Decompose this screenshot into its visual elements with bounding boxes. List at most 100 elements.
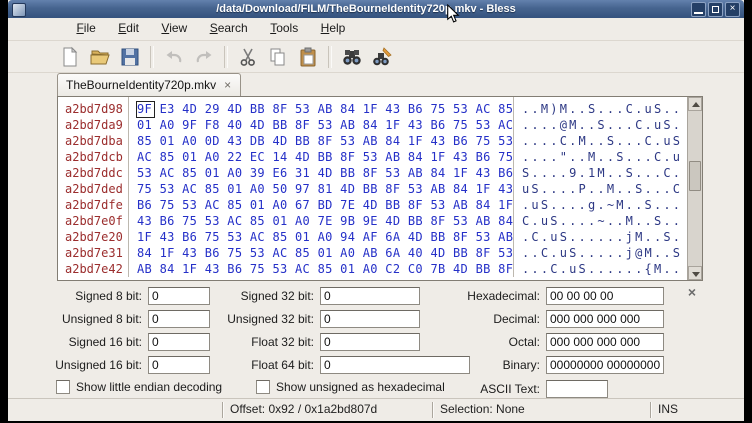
paste-button[interactable]	[294, 43, 322, 71]
hex-column[interactable]: 9F E3 4D 29 4D BB 8F 53 AB 84 1F 43 B6 7…	[129, 97, 514, 277]
tab-close-icon[interactable]: ×	[223, 79, 232, 91]
hex-row-bytes[interactable]: 43 B6 75 53 AC 85 01 A0 7E 9B 9E 4D BB 8…	[137, 213, 513, 229]
field-label: Binary:	[438, 358, 540, 372]
menu-tools[interactable]: Tools	[261, 18, 307, 40]
menu-edit[interactable]: Edit	[109, 18, 148, 40]
ascii-row-text[interactable]: ..M)M..S...C.uS..	[522, 101, 702, 117]
float-32bit-field[interactable]	[320, 333, 420, 351]
titlebar[interactable]: /data/Download/FILM/TheBourneIdentity720…	[8, 0, 744, 18]
statusbar-divider	[650, 402, 652, 418]
offset-label: a2bd7ded	[65, 181, 128, 197]
hex-row-bytes[interactable]: 75 53 AC 85 01 A0 50 97 81 4D BB 8F 53 A…	[137, 181, 513, 197]
vertical-scrollbar[interactable]	[687, 97, 702, 280]
hex-row-bytes[interactable]: AB 84 1F 43 B6 75 53 AC 85 01 A0 C2 C0 7…	[137, 261, 513, 277]
unsigned-8bit-field[interactable]	[148, 310, 210, 328]
offset-label: a2bd7e42	[65, 261, 128, 277]
unsigned-hex-checkbox[interactable]	[256, 380, 270, 394]
toolbar-separator	[328, 46, 332, 68]
window-controls: ×	[691, 2, 740, 17]
scroll-down-button[interactable]	[688, 266, 702, 280]
menu-help[interactable]: Help	[312, 18, 355, 40]
hex-row-bytes[interactable]: 84 1F 43 B6 75 53 AC 85 01 A0 AB 6A 40 4…	[137, 245, 513, 261]
hex-row-bytes[interactable]: 53 AC 85 01 A0 39 E6 31 4D BB 8F 53 AB 8…	[137, 165, 513, 181]
conversion-options-row: Show little endian decoding Show unsigne…	[8, 380, 744, 398]
ascii-row-text[interactable]: ...."..M..S...C.u	[522, 149, 702, 165]
ascii-row-text[interactable]: ..C.uS.....j@M..S	[522, 245, 702, 261]
ascii-row-text[interactable]: .uS....g.~M..S...	[522, 197, 702, 213]
save-file-button[interactable]	[116, 43, 144, 71]
close-button[interactable]: ×	[725, 2, 740, 17]
ascii-row-text[interactable]: ....C.M..S...C.uS	[522, 133, 702, 149]
undo-icon	[163, 46, 185, 68]
conversion-column-3: Hexadecimal: Decimal: Octal: Binary:	[438, 287, 664, 379]
undo-button[interactable]	[160, 43, 188, 71]
ascii-text-field[interactable]	[546, 380, 608, 398]
hex-row-bytes[interactable]: B6 75 53 AC 85 01 A0 67 BD 7E 4D BB 8F 5…	[137, 197, 513, 213]
checkbox-label: Show little endian decoding	[76, 380, 222, 394]
find-replace-button[interactable]	[368, 43, 396, 71]
insert-mode-status: INS	[658, 402, 678, 416]
signed-8bit-field[interactable]	[148, 287, 210, 305]
copy-button[interactable]	[264, 43, 292, 71]
field-label: Hexadecimal:	[438, 289, 540, 303]
find-icon	[341, 46, 363, 68]
maximize-button[interactable]	[708, 2, 723, 17]
menu-file[interactable]: File	[67, 18, 104, 40]
cut-button[interactable]	[234, 43, 262, 71]
ascii-column[interactable]: ..M)M..S...C.uS.. ....@M..S...C.uS. ....…	[514, 97, 702, 277]
tab-file[interactable]: TheBourneIdentity720p.mkv ×	[57, 73, 241, 96]
panel-close-icon[interactable]: ×	[688, 285, 696, 299]
bless-window: /data/Download/FILM/TheBourneIdentity720…	[8, 0, 744, 420]
open-file-icon	[89, 46, 111, 68]
offset-status: Offset: 0x92 / 0x1a2bd807d	[230, 402, 377, 416]
save-file-icon	[119, 46, 141, 68]
octal-field[interactable]	[546, 333, 664, 351]
minimize-button[interactable]	[691, 2, 706, 17]
menu-view[interactable]: View	[152, 18, 196, 40]
cut-icon	[237, 46, 259, 68]
new-document-button[interactable]	[56, 43, 84, 71]
toolbar	[8, 41, 744, 73]
ascii-row-text[interactable]: ...C.uS......{M..	[522, 261, 702, 277]
hex-row-bytes[interactable]: 85 01 A0 0D 43 DB 4D BB 8F 53 AB 84 1F 4…	[137, 133, 513, 149]
little-endian-checkbox[interactable]	[56, 380, 70, 394]
ascii-row-text[interactable]: .C.uS......jM..S.	[522, 229, 702, 245]
unsigned-32bit-field[interactable]	[320, 310, 420, 328]
scrollbar-thumb[interactable]	[689, 161, 701, 191]
ascii-row-text[interactable]: S....9.1M..S...C.	[522, 165, 702, 181]
field-label: Float 64 bit:	[220, 358, 314, 372]
offset-label: a2bd7e0f	[65, 213, 128, 229]
open-file-button[interactable]	[86, 43, 114, 71]
hex-row-bytes[interactable]: 1F 43 B6 75 53 AC 85 01 A0 94 AF 6A 4D B…	[137, 229, 513, 245]
field-label: Unsigned 8 bit:	[16, 312, 142, 326]
find-button[interactable]	[338, 43, 366, 71]
toolbar-separator	[224, 46, 228, 68]
conversion-column-2: Signed 32 bit: Unsigned 32 bit: Float 32…	[220, 287, 470, 379]
statusbar-divider	[222, 402, 224, 418]
ascii-row-text[interactable]: ....@M..S...C.uS.	[522, 117, 702, 133]
hex-body: a2bd7d98 a2bd7da9 a2bd7dba a2bd7dcb a2bd…	[58, 97, 702, 277]
scroll-down-icon	[692, 272, 700, 277]
decimal-field[interactable]	[546, 310, 664, 328]
field-label: Signed 32 bit:	[220, 289, 314, 303]
offset-label: a2bd7e31	[65, 245, 128, 261]
signed-32bit-field[interactable]	[320, 287, 420, 305]
hex-row-bytes[interactable]: AC 85 01 A0 22 EC 14 4D BB 8F 53 AB 84 1…	[137, 149, 513, 165]
hex-row-bytes[interactable]: 01 A0 9F F8 40 4D BB 8F 53 AB 84 1F 43 B…	[137, 117, 513, 133]
offset-label: a2bd7da9	[65, 117, 128, 133]
ascii-row-text[interactable]: uS....P..M..S...C	[522, 181, 702, 197]
redo-button[interactable]	[190, 43, 218, 71]
hexadecimal-field[interactable]	[546, 287, 664, 305]
scroll-up-button[interactable]	[688, 97, 702, 111]
checkbox-label: Show unsigned as hexadecimal	[276, 380, 445, 394]
ascii-row-text[interactable]: C.uS....~..M..S..	[522, 213, 702, 229]
menu-search[interactable]: Search	[201, 18, 257, 40]
hex-row-bytes[interactable]: 9F E3 4D 29 4D BB 8F 53 AB 84 1F 43 B6 7…	[137, 101, 513, 117]
new-document-icon	[59, 46, 81, 68]
paste-icon	[297, 46, 319, 68]
field-label: ASCII Text:	[438, 382, 540, 396]
close-icon: ×	[730, 3, 736, 14]
unsigned-16bit-field[interactable]	[148, 356, 210, 374]
signed-16bit-field[interactable]	[148, 333, 210, 351]
binary-field[interactable]	[546, 356, 664, 374]
